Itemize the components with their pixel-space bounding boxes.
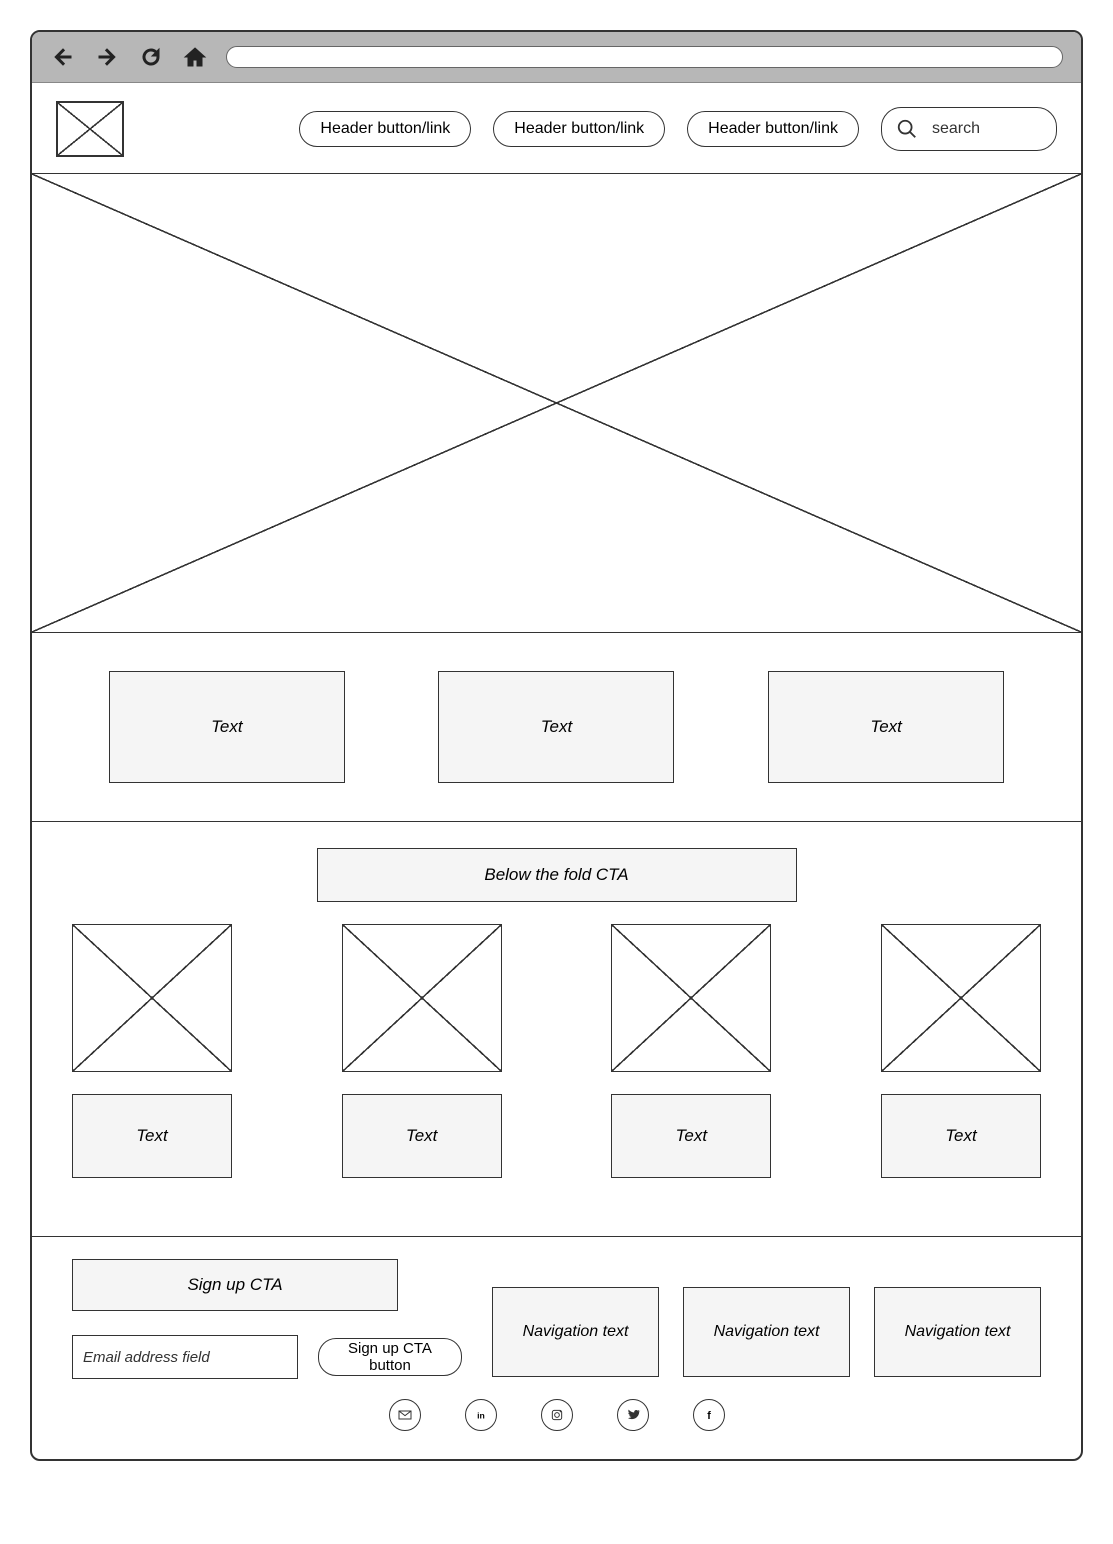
social-row: in f [44,1385,1069,1439]
search-icon [896,118,918,140]
text-row: Text Text Text Text [72,1094,1041,1178]
email-placeholder-text: Email address field [83,1349,210,1366]
svg-text:f: f [707,1410,711,1422]
footer-nav-card-2[interactable]: Navigation text [683,1287,850,1377]
page-content: Header button/link Header button/link He… [32,83,1081,1459]
image-placeholder-3 [611,924,771,1072]
footer-nav-card-1[interactable]: Navigation text [492,1287,659,1377]
forward-icon[interactable] [94,44,120,70]
text-card-small-1: Text [72,1094,232,1178]
text-card-3: Text [768,671,1004,783]
mail-icon[interactable] [389,1399,421,1431]
linkedin-icon[interactable]: in [465,1399,497,1431]
three-up-row: Text Text Text [32,633,1081,822]
logo-placeholder [56,101,124,157]
home-icon[interactable] [182,44,208,70]
below-fold-section: Below the fold CTA Text Text Text Text [32,822,1081,1237]
footer-section: Sign up CTA Email address field Sign up … [32,1237,1081,1385]
svg-text:in: in [477,1410,485,1420]
signup-row: Email address field Sign up CTA button [72,1335,462,1379]
header-nav-link-1[interactable]: Header button/link [299,111,471,147]
url-bar[interactable] [226,46,1063,68]
hero-image-placeholder [32,173,1081,633]
browser-window: Header button/link Header button/link He… [30,30,1083,1461]
text-card-small-4: Text [881,1094,1041,1178]
back-icon[interactable] [50,44,76,70]
signup-button[interactable]: Sign up CTA button [318,1338,462,1376]
text-card-small-3: Text [611,1094,771,1178]
footer-nav-card-3[interactable]: Navigation text [874,1287,1041,1377]
email-field[interactable]: Email address field [72,1335,298,1379]
image-placeholder-2 [342,924,502,1072]
header-nav-link-2[interactable]: Header button/link [493,111,665,147]
search-box[interactable]: search [881,107,1057,151]
search-label: search [932,120,980,138]
header-nav-link-3[interactable]: Header button/link [687,111,859,147]
image-row [72,924,1041,1072]
below-fold-cta[interactable]: Below the fold CTA [317,848,797,902]
browser-toolbar [32,32,1081,83]
image-placeholder-4 [881,924,1041,1072]
twitter-icon[interactable] [617,1399,649,1431]
text-card-small-2: Text [342,1094,502,1178]
facebook-icon[interactable]: f [693,1399,725,1431]
signup-column: Sign up CTA Email address field Sign up … [72,1259,462,1379]
text-card-1: Text [109,671,345,783]
image-placeholder-1 [72,924,232,1072]
refresh-icon[interactable] [138,44,164,70]
signup-cta: Sign up CTA [72,1259,398,1311]
footer-nav-cards: Navigation text Navigation text Navigati… [492,1259,1041,1379]
text-card-2: Text [438,671,674,783]
instagram-icon[interactable] [541,1399,573,1431]
site-header: Header button/link Header button/link He… [44,95,1069,173]
